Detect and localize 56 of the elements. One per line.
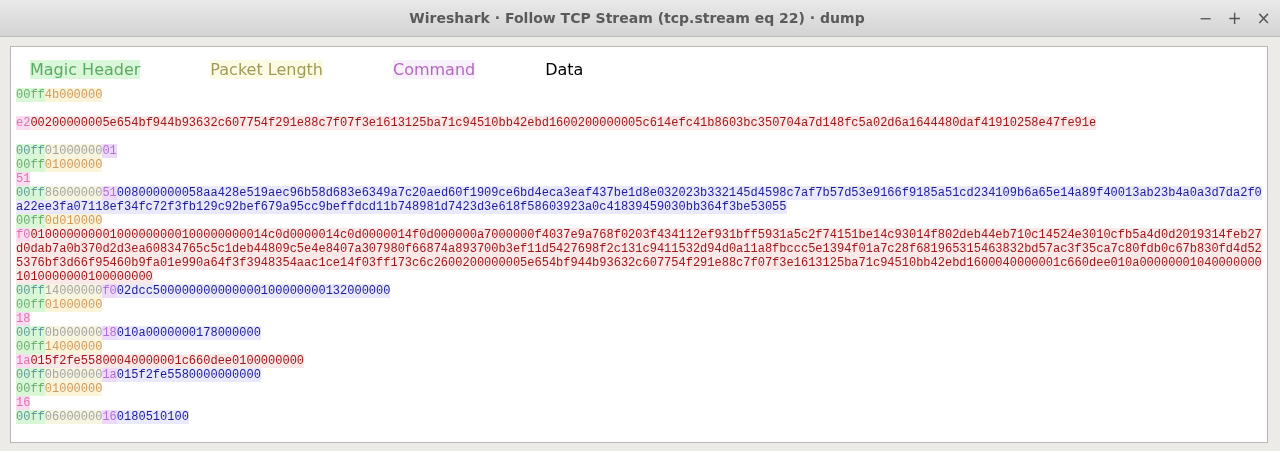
magic-header-bytes: 00ff: [16, 368, 45, 382]
window-title: Wireshark · Follow TCP Stream (tcp.stream eq 22) · dump: [408, 10, 866, 26]
legend-label: Data: [545, 59, 584, 79]
data-bytes: d0dab7a0b370d2d3ea60834765c5c1deb44809c5e4e8407a307980f66874a893700b3ef11d5427698f2c131c9411532d94d0a11a8fbccc5e1394f01a7c28f681965315463832bd57ac3f35ca7c80fdb0c67b830fd4d52: [16, 242, 1262, 256]
command-byte: 51: [16, 172, 31, 186]
packet-length-bytes: 14000000: [44, 340, 103, 354]
magic-header-bytes: 00ff: [16, 382, 45, 396]
command-byte: 01: [102, 144, 117, 158]
data-bytes: 1010000000100000000: [16, 270, 153, 284]
packet-length-bytes: 01000000: [44, 382, 103, 396]
close-button[interactable]: ×: [1253, 7, 1274, 29]
data-bytes: 010a0000000178000000: [116, 326, 261, 340]
packet-length-bytes: 01000000: [44, 158, 103, 172]
packet-length-bytes: 4b000000: [44, 88, 103, 102]
magic-header-bytes: 00ff: [16, 144, 45, 158]
magic-header-bytes: 00ff: [16, 214, 45, 228]
packet-length-bytes: 0b000000: [44, 368, 103, 382]
data-bytes: 015f2fe5580000000000: [116, 368, 261, 382]
minimize-button[interactable]: −: [1195, 7, 1216, 29]
legend-label: Packet Length: [210, 59, 323, 79]
packet-length-bytes: 0b000000: [44, 326, 103, 340]
data-bytes: 00200000005e654bf944b93632c607754f291e88c7f07f3e1613125ba71c94510bb42ebd1600200000005c614efc41b8603bc350704a7d148fc5a02d6a1644480daf41910258e47fe91e: [30, 116, 1097, 130]
data-bytes: 5376bf3d66f95460b9fa01e990a64f3f3948354aac1ce14f03ff173c6c2600200000005e654bf944b93632c607754f291e88c7f07f3e1613125ba71c94510bb42ebd1600040000001c660dee010a00000001040000000: [16, 256, 1262, 270]
command-byte: 1a: [102, 368, 117, 382]
magic-header-bytes: 00ff: [16, 158, 45, 172]
data-bytes: 015f2fe55800040000001c660dee0100000000: [30, 354, 305, 368]
command-byte: e2: [16, 116, 31, 130]
magic-header-bytes: 00ff: [16, 340, 45, 354]
packet-length-bytes: 06000000: [44, 410, 103, 424]
packet-length-bytes: 01000000: [44, 298, 103, 312]
magic-header-bytes: 00ff: [16, 410, 45, 424]
legend-label: Command: [393, 59, 476, 79]
data-bytes: 0180510100: [116, 410, 189, 424]
magic-header-bytes: 00ff: [16, 186, 45, 200]
data-bytes: 02dcc500000000000000100000000132000000: [116, 284, 391, 298]
data-bytes: a22ee3fa07118ef34fc72f3fb129c92bef679a95cc9beffdcd11b748981d7423d3e618f58603923a0c41839459030bb364f3be53055: [16, 200, 787, 214]
command-byte: 51: [102, 186, 117, 200]
magic-header-bytes: 00ff: [16, 284, 45, 298]
command-byte: 16: [102, 410, 117, 424]
magic-header-bytes: 00ff: [16, 88, 45, 102]
command-byte: f0: [16, 228, 31, 242]
data-bytes: 008000000058aa428e519aec96b58d683e6349a7c20aed60f1909ce6bd4eca3eaf437be1d8e032023b332145d4598c7af7b57d53e9166f9185a51cd234109b6a65e14a89f40013ab23b4a0a3d7da2f0: [116, 186, 1262, 200]
packet-length-bytes: 14000000: [44, 284, 103, 298]
packet-length-bytes: 0d010000: [44, 214, 103, 228]
magic-header-bytes: 00ff: [16, 326, 45, 340]
command-byte: 18: [102, 326, 117, 340]
packet-length-bytes: 01000000: [44, 144, 103, 158]
command-byte: f0: [102, 284, 117, 298]
packet-length-bytes: 86000000: [44, 186, 103, 200]
command-byte: 16: [16, 396, 31, 410]
command-byte: 18: [16, 312, 31, 326]
command-byte: 1a: [16, 354, 31, 368]
data-bytes: 010000000001000000000100000000014c0d0000014c0d0000014f0d000000a7000000f4037e9a768f0203f434112ef931bff5931a5c2f74151be14c93014f802deb44eb710c14524e3010cfb5a4d0d2019314feb27: [30, 228, 1262, 242]
magic-header-bytes: 00ff: [16, 298, 45, 312]
maximize-button[interactable]: +: [1224, 7, 1245, 29]
legend-label: Magic Header: [30, 59, 141, 79]
